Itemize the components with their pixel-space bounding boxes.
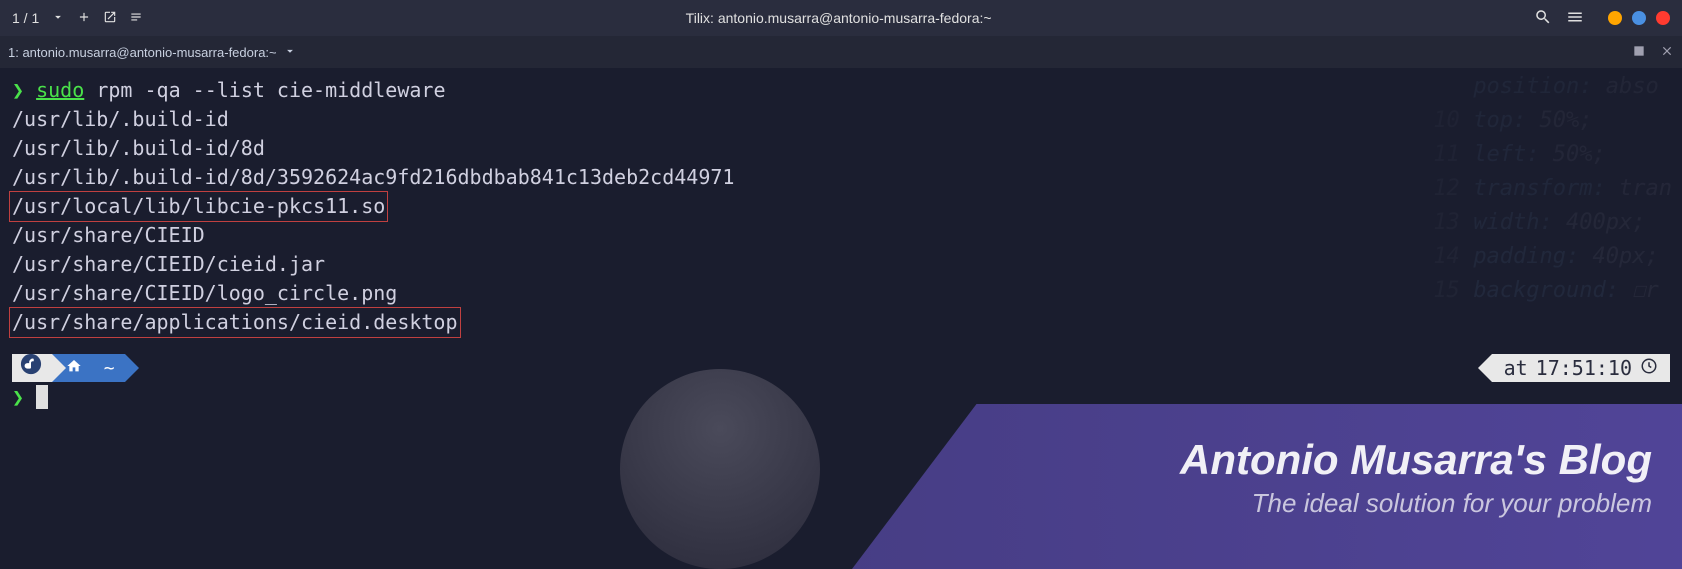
titlebar-right [1534,8,1670,29]
output-line: /usr/share/CIEID/logo_circle.png [12,279,1670,308]
fedora-icon [20,353,42,384]
output-line: /usr/share/applications/cieid.desktop [12,308,1670,337]
prompt-powerline: ~ at 17:51:10 [12,353,1670,383]
command-args: -qa --list cie-middleware [144,78,445,102]
session-dropdown-icon[interactable] [51,10,65,27]
tab-dropdown-icon[interactable] [283,44,297,61]
blog-banner [852,404,1682,569]
os-segment [12,354,52,382]
output-line: /usr/lib/.build-id/8d [12,134,1670,163]
add-session-button[interactable] [77,10,91,27]
titlebar-left: 1 / 1 [12,10,143,27]
tab-maximize-icon[interactable] [1632,44,1646,61]
output-line: /usr/share/CIEID [12,221,1670,250]
command-name: rpm [96,78,132,102]
menu-icon[interactable] [1566,8,1584,29]
home-icon [66,354,82,383]
tab-title[interactable]: 1: antonio.musarra@antonio-musarra-fedor… [8,44,297,61]
tabbar: 1: antonio.musarra@antonio-musarra-fedor… [0,36,1682,68]
titlebar: 1 / 1 Tilix: antonio.musarra@antonio-mus… [0,0,1682,36]
output-line: /usr/lib/.build-id/8d/3592624ac9fd216dbd… [12,163,1670,192]
prompt-symbol: ❯ [12,78,24,102]
new-window-icon[interactable] [103,10,117,27]
blog-title: Antonio Musarra's Blog [1180,436,1652,484]
output-line: /usr/share/CIEID/cieid.jar [12,250,1670,279]
output-line: /usr/lib/.build-id [12,105,1670,134]
cursor [36,385,48,409]
tab-close-icon[interactable] [1660,44,1674,61]
clock-icon [1640,354,1658,383]
timestamp-segment: at 17:51:10 [1492,354,1670,382]
tab-controls [1632,44,1674,61]
cwd-path: ~ [104,354,115,383]
highlighted-path: /usr/local/lib/libcie-pkcs11.so [9,191,388,222]
sync-icon[interactable] [129,10,143,27]
search-icon[interactable] [1534,8,1552,29]
highlighted-path: /usr/share/applications/cieid.desktop [9,307,461,338]
session-counter: 1 / 1 [12,10,39,26]
timestamp-value: 17:51:10 [1536,354,1632,383]
maximize-button[interactable] [1632,11,1646,25]
blog-subtitle: The ideal solution for your problem [1252,488,1652,519]
close-button[interactable] [1656,11,1670,25]
tab-label: 1: antonio.musarra@antonio-musarra-fedor… [8,45,277,60]
sudo-keyword: sudo [36,78,84,102]
command-line: ❯ sudo rpm -qa --list cie-middleware [12,76,1670,105]
window-controls [1608,11,1670,25]
minimize-button[interactable] [1608,11,1622,25]
prompt-symbol: ❯ [12,385,24,409]
timestamp-prefix: at [1504,354,1528,383]
window-title: Tilix: antonio.musarra@antonio-musarra-f… [143,10,1534,26]
output-line: /usr/local/lib/libcie-pkcs11.so [12,192,1670,221]
terminal-output: /usr/lib/.build-id/usr/lib/.build-id/8d/… [12,105,1670,337]
blog-avatar [620,369,820,569]
